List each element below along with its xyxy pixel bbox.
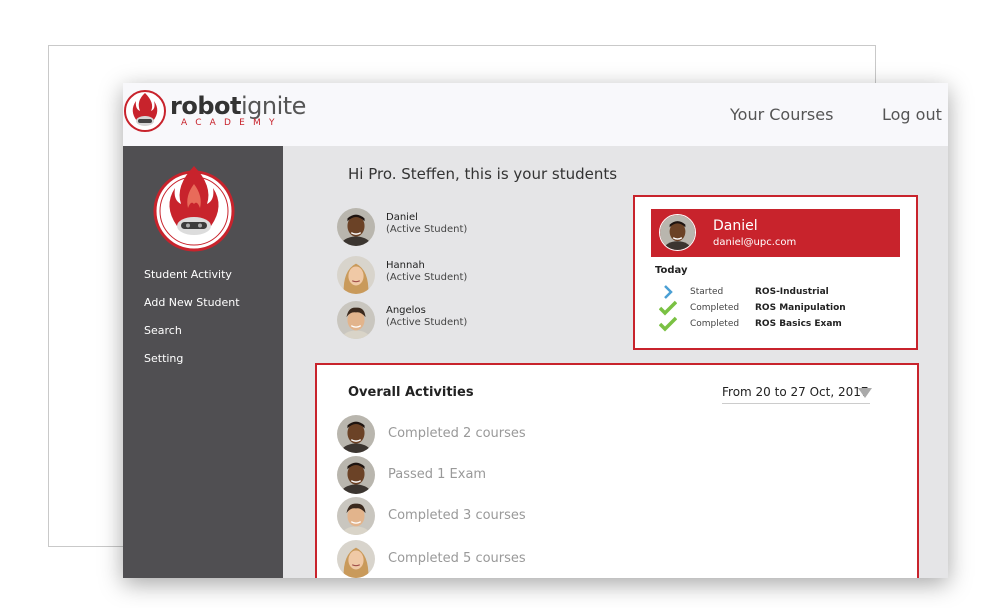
student-name: Angelos [386,305,426,316]
list-item: Completed 5 courses [337,540,637,578]
your-courses-link[interactable]: Your Courses [730,105,833,124]
overall-activities-title: Overall Activities [348,385,474,400]
avatar [337,301,375,339]
sidebar: Student Activity Add New Student Search … [123,146,283,578]
app-window: robotignite ACADEMY Your Courses Log out… [123,83,948,578]
top-bar: robotignite ACADEMY Your Courses Log out [123,83,948,146]
student-item-hannah[interactable]: Hannah (Active Student) [337,256,537,296]
check-icon [659,300,677,316]
list-item: Completed 3 courses [337,497,637,537]
avatar [659,214,696,251]
flame-robot-emblem-icon [153,166,235,252]
list-item: Passed 1 Exam [337,456,637,496]
robotignite-logo[interactable]: robotignite ACADEMY [123,85,306,137]
page-greeting: Hi Pro. Steffen, this is your students [348,165,618,183]
sidebar-item-setting[interactable]: Setting [144,352,183,365]
date-range-value: From 20 to 27 Oct, 2017 [722,385,869,399]
activity-row: Started ROS-Industrial [659,285,859,300]
activity-text: Completed 3 courses [388,508,526,523]
student-name: Daniel [386,212,418,223]
student-name: Hannah [386,260,425,271]
flame-logo-icon [124,90,166,132]
log-out-link[interactable]: Log out [882,105,942,124]
avatar [337,256,375,294]
student-detail-card: Daniel daniel@upc.com Today Started ROS-… [633,195,918,350]
sidebar-item-student-activity[interactable]: Student Activity [144,268,232,281]
avatar [337,415,375,453]
student-item-angelos[interactable]: Angelos (Active Student) [337,301,537,341]
sidebar-item-search[interactable]: Search [144,324,182,337]
student-status: (Active Student) [386,224,468,235]
chevron-right-icon [664,285,673,299]
today-label: Today [655,265,688,276]
check-icon [659,316,677,332]
student-status: (Active Student) [386,272,468,283]
activity-text: Passed 1 Exam [388,467,487,482]
activity-verb: Completed [690,303,740,313]
activity-item: ROS Basics Exam [755,319,842,329]
avatar [337,456,375,494]
student-item-daniel[interactable]: Daniel (Active Student) [337,208,537,248]
sidebar-item-add-new-student[interactable]: Add New Student [144,296,240,309]
student-detail-header: Daniel daniel@upc.com [651,209,900,257]
avatar [337,497,375,535]
main-content: Hi Pro. Steffen, this is your students D… [283,146,948,578]
activity-verb: Started [690,287,724,297]
overall-activities-panel: Overall Activities From 20 to 27 Oct, 20… [315,363,919,578]
avatar [337,540,375,578]
date-range-dropdown[interactable]: From 20 to 27 Oct, 2017 [722,384,872,404]
dropdown-arrow-icon [858,388,872,398]
student-status: (Active Student) [386,317,468,328]
avatar [337,208,375,246]
brand-name: robotignite [170,92,306,120]
activity-text: Completed 5 courses [388,551,526,566]
detail-student-name: Daniel [713,218,758,234]
activity-text: Completed 2 courses [388,426,526,441]
detail-student-email: daniel@upc.com [713,237,797,248]
list-item: Completed 2 courses [337,415,637,455]
activity-verb: Completed [690,319,740,329]
brand-subtitle: ACADEMY [181,118,283,128]
activity-row: Completed ROS Manipulation [659,300,859,316]
activity-item: ROS Manipulation [755,303,846,313]
activity-row: Completed ROS Basics Exam [659,316,859,332]
activity-item: ROS-Industrial [755,287,829,297]
